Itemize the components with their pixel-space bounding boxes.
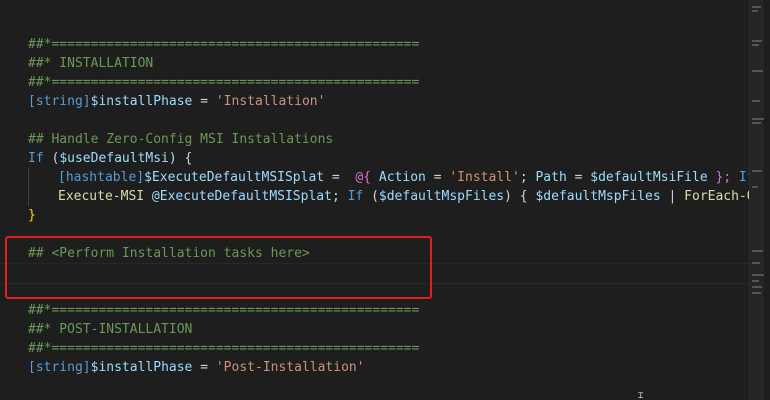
minimap-line xyxy=(752,286,762,288)
operator-token: = xyxy=(192,360,216,375)
brace-token: }; xyxy=(707,170,739,185)
comment: ##*=====================================… xyxy=(28,75,420,90)
brace-token: } xyxy=(28,208,36,223)
comment: ##*=====================================… xyxy=(28,303,420,318)
variable-token: $ExecuteDefaultMSISplat xyxy=(144,170,325,185)
separator-token: ; xyxy=(519,170,536,185)
minimap-line xyxy=(752,40,762,42)
comment: ## Handle Zero-Config MSI Installations xyxy=(28,132,334,147)
comment: ##* INSTALLATION xyxy=(28,56,154,71)
code-line-6: ## Handle Zero-Config MSI Installations xyxy=(28,130,750,149)
code-line-18: [string]$installPhase = 'Post-Installati… xyxy=(28,358,750,377)
code-line-16: ##* POST-INSTALLATION xyxy=(28,320,750,339)
minimap-line xyxy=(752,10,758,12)
string-token: 'Post-Installation' xyxy=(215,360,365,375)
minimap-line xyxy=(752,262,760,264)
indent-guide xyxy=(28,187,29,206)
key-token: Path xyxy=(535,170,567,185)
code-line-17: ##*=====================================… xyxy=(28,339,750,358)
operator-token: = xyxy=(566,170,591,185)
variable-token: $installPhase xyxy=(90,94,193,109)
minimap-line xyxy=(752,280,759,282)
brace-token: @{ xyxy=(355,170,372,185)
minimap-line xyxy=(752,6,761,8)
type-token: [hashtable] xyxy=(58,170,145,185)
minimap-line xyxy=(752,122,761,124)
code-line-9: Execute-MSI @ExecuteDefaultMSISplat; If … xyxy=(28,187,750,206)
code-line-2: ##* INSTALLATION xyxy=(28,54,750,73)
indent-guide xyxy=(28,168,29,187)
minimap-line xyxy=(752,70,763,72)
paren-token: ) { xyxy=(168,151,193,166)
operator-token: = xyxy=(192,94,216,109)
string-token: 'Install' xyxy=(449,170,520,185)
paren-token: ( xyxy=(363,189,379,204)
keyword-token: If xyxy=(28,151,44,166)
splat-token: @ExecuteDefaultMSISplat xyxy=(144,189,332,204)
minimap[interactable] xyxy=(749,0,770,400)
variable-token: $useDefaultMsi xyxy=(59,151,169,166)
minimap-line xyxy=(752,100,760,102)
annotation-highlight-box xyxy=(5,236,432,299)
minimap-line xyxy=(752,274,764,276)
code-line-10: } xyxy=(28,206,750,225)
code-line-4: [string]$installPhase = 'Installation' xyxy=(28,92,750,111)
string-token: 'Installation' xyxy=(215,94,326,109)
type-token: [string] xyxy=(28,94,91,109)
variable-token: $defaultMspFiles xyxy=(535,189,661,204)
minimap-line xyxy=(752,170,762,172)
comment: ##*=====================================… xyxy=(28,37,420,52)
paren-token: ) { xyxy=(504,189,536,204)
code-area[interactable]: ##*=====================================… xyxy=(28,35,750,377)
paren-token: ( xyxy=(43,151,60,166)
code-line-7: If ($useDefaultMsi) { xyxy=(28,149,750,168)
minimap-line xyxy=(752,118,764,120)
key-token: Action xyxy=(371,170,426,185)
keyword-token: If xyxy=(347,189,364,204)
minimap-line xyxy=(752,292,761,294)
separator-token: ; xyxy=(331,189,348,204)
minimap-line xyxy=(752,186,758,188)
variable-token: $installPhase xyxy=(90,360,193,375)
command-token: Execute-MSI xyxy=(58,189,145,204)
code-line-15: ##*=====================================… xyxy=(28,301,750,320)
mouse-cursor-icon: ⌶ xyxy=(638,391,644,400)
operator-token: = xyxy=(324,170,356,185)
code-line-3: ##*=====================================… xyxy=(28,73,750,92)
command-token: ForEach-Ob xyxy=(684,189,750,204)
code-line-1: ##*=====================================… xyxy=(28,35,750,54)
pipe-token: | xyxy=(660,189,685,204)
type-token: [string] xyxy=(28,360,91,375)
code-editor[interactable]: ##*=====================================… xyxy=(0,0,770,400)
minimap-line xyxy=(752,44,759,46)
comment: ##* POST-INSTALLATION xyxy=(28,322,193,337)
minimap-line xyxy=(752,250,763,252)
variable-token: $defaultMspFiles xyxy=(378,189,505,204)
operator-token: = xyxy=(425,170,450,185)
code-line-8: [hashtable]$ExecuteDefaultMSISplat = @{ … xyxy=(28,168,750,187)
variable-token: $defaultMsiFile xyxy=(590,170,708,185)
comment: ##*=====================================… xyxy=(28,341,420,356)
scrollbar-thumb[interactable] xyxy=(750,0,764,400)
